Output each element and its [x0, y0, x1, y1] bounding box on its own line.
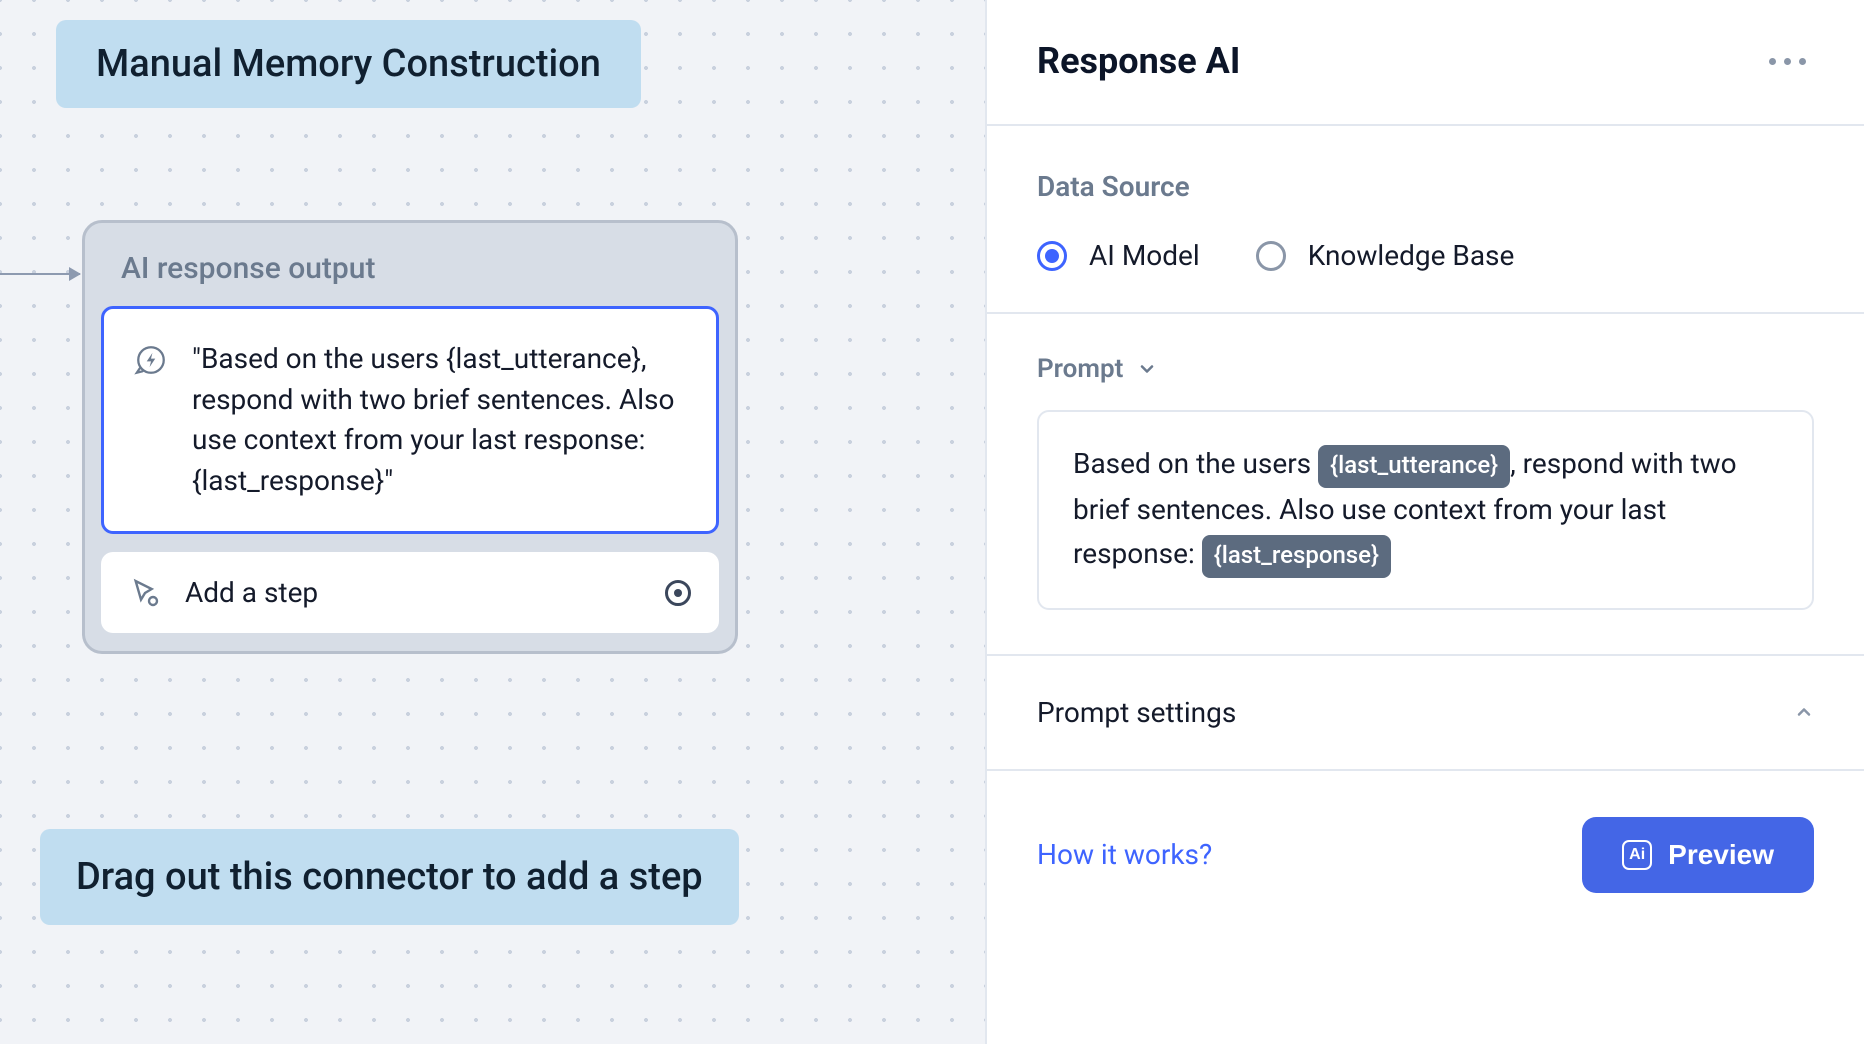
prompt-settings-toggle[interactable]: Prompt settings	[987, 656, 1864, 771]
chevron-up-icon	[1794, 702, 1814, 722]
prompt-collapse-toggle[interactable]: Prompt	[1037, 354, 1814, 384]
connector-arrow	[0, 273, 80, 275]
inspector-panel: Response AI Data Source AI Model Knowledg…	[985, 0, 1864, 1044]
cursor-icon	[129, 577, 161, 609]
radio-icon	[1256, 241, 1286, 271]
chevron-down-icon	[1137, 359, 1157, 379]
more-menu-icon[interactable]	[1761, 50, 1814, 73]
variable-chip[interactable]: {last_utterance}	[1318, 445, 1510, 488]
canvas[interactable]: Manual Memory Construction AI response o…	[0, 0, 985, 1044]
add-step-row[interactable]: Add a step	[101, 552, 719, 633]
ai-response-node[interactable]: AI response output "Based on the users {…	[82, 220, 738, 654]
node-title: AI response output	[101, 239, 719, 306]
radio-label: AI Model	[1089, 239, 1200, 272]
how-it-works-link[interactable]: How it works?	[1037, 838, 1212, 871]
panel-title: Response AI	[1037, 40, 1240, 82]
hint-badge: Drag out this connector to add a step	[40, 829, 739, 925]
add-step-label: Add a step	[185, 576, 641, 609]
prompt-label: Prompt	[1037, 354, 1123, 384]
preview-button[interactable]: Ai Preview	[1582, 817, 1814, 893]
data-source-section: Data Source AI Model Knowledge Base	[987, 126, 1864, 314]
ai-icon: Ai	[1622, 840, 1652, 870]
radio-label: Knowledge Base	[1308, 239, 1515, 272]
node-prompt-card[interactable]: "Based on the users {last_utterance}, re…	[101, 306, 719, 534]
ai-bolt-icon	[134, 343, 168, 377]
node-prompt-text: "Based on the users {last_utterance}, re…	[192, 339, 686, 501]
prompt-input[interactable]: Based on the users {last_utterance}, res…	[1037, 410, 1814, 610]
prompt-settings-label: Prompt settings	[1037, 696, 1236, 729]
data-source-radio-0[interactable]: AI Model	[1037, 239, 1200, 272]
data-source-radio-group: AI Model Knowledge Base	[1037, 239, 1814, 272]
preview-button-label: Preview	[1668, 839, 1774, 871]
connector-handle[interactable]	[665, 580, 691, 606]
variable-chip[interactable]: {last_response}	[1202, 535, 1391, 578]
radio-icon	[1037, 241, 1067, 271]
prompt-section: Prompt Based on the users {last_utteranc…	[987, 314, 1864, 656]
data-source-radio-1[interactable]: Knowledge Base	[1256, 239, 1515, 272]
node-label-badge: Manual Memory Construction	[56, 20, 641, 108]
data-source-label: Data Source	[1037, 170, 1814, 203]
